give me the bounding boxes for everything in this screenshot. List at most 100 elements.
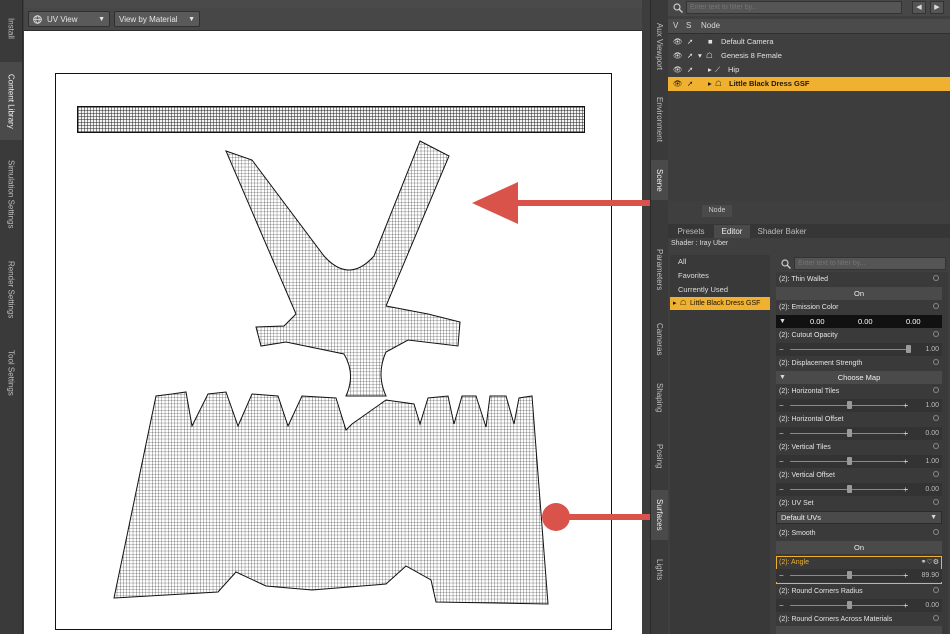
surfaces-search-input[interactable] (794, 257, 946, 270)
tab-install[interactable]: Install (0, 8, 22, 48)
eye-icon[interactable]: 👁 (673, 35, 683, 49)
gear-icon[interactable] (933, 529, 939, 535)
tree-item-dress[interactable]: ▸ ☖ Little Black Dress GSF (670, 297, 770, 310)
link-heart-gear-icons[interactable]: ⚭♡⚙ (921, 557, 939, 568)
minus-icon[interactable]: − (779, 343, 784, 356)
slider-knob[interactable] (847, 571, 852, 579)
tab-node[interactable]: Node (702, 205, 732, 217)
tab-tool-settings[interactable]: Tool Settings (0, 340, 22, 406)
tab-shader-baker[interactable]: Shader Baker (754, 225, 810, 238)
plus-icon[interactable]: + (903, 483, 908, 496)
plus-icon[interactable]: + (903, 399, 908, 412)
col-node-header[interactable]: Node (701, 21, 720, 30)
slider-value[interactable]: 1.00 (925, 455, 939, 468)
tab-scene[interactable]: Scene (651, 160, 668, 200)
expand-icon[interactable]: ▾ (698, 49, 702, 63)
slider-knob[interactable] (847, 401, 852, 409)
gear-icon[interactable] (933, 359, 939, 365)
gear-icon[interactable] (933, 443, 939, 449)
cursor-icon[interactable]: ➚ (687, 35, 693, 49)
eye-icon[interactable]: 👁 (673, 77, 683, 91)
minus-icon[interactable]: − (779, 427, 784, 440)
gear-icon[interactable] (933, 331, 939, 337)
scene-node-row[interactable]: 👁 ➚ ▸ ⟋ Hip (668, 63, 950, 77)
uv-set-dropdown[interactable]: Default UVs ▼ (776, 511, 942, 524)
slider-value[interactable]: 1.00 (925, 343, 939, 356)
cursor-icon[interactable]: ➚ (687, 63, 693, 77)
gear-icon[interactable] (933, 499, 939, 505)
prev-arrow-button[interactable]: ◀ (912, 1, 926, 14)
gear-icon[interactable] (933, 275, 939, 281)
gear-icon[interactable] (933, 615, 939, 621)
rc-across-toggle[interactable] (776, 626, 942, 634)
tab-environment[interactable]: Environment (651, 90, 668, 148)
col-select-header[interactable]: S (686, 21, 691, 30)
slider-knob[interactable] (906, 345, 911, 353)
uv-canvas[interactable] (24, 31, 642, 634)
tab-aux-viewport[interactable]: Aux Viewport (651, 18, 668, 74)
minus-icon[interactable]: − (779, 569, 784, 582)
plus-icon[interactable]: + (903, 569, 908, 582)
tab-simulation-settings[interactable]: Simulation Settings (0, 150, 22, 238)
angle-slider[interactable]: − +89.90 (776, 569, 942, 582)
tree-item-currently-used[interactable]: Currently Used (670, 283, 770, 296)
plus-icon[interactable]: + (903, 599, 908, 612)
scene-node-row[interactable]: 👁 ➚ ■ Default Camera (668, 35, 950, 49)
col-visible-header[interactable]: V (673, 21, 678, 30)
chevron-down-icon[interactable]: ▼ (779, 315, 786, 328)
expand-icon[interactable]: ▸ (708, 77, 712, 91)
emission-b[interactable]: 0.00 (906, 315, 921, 328)
tab-parameters[interactable]: Parameters (651, 242, 668, 298)
view-mode-dropdown[interactable]: UV View ▼ (28, 11, 110, 27)
cutout-slider[interactable]: − 1.00 (776, 343, 942, 356)
gear-icon[interactable] (933, 587, 939, 593)
tree-item-all[interactable]: All (670, 255, 770, 268)
thin-walled-toggle[interactable]: On (776, 287, 942, 300)
view-by-material-dropdown[interactable]: View by Material ▼ (114, 11, 200, 27)
slider-knob[interactable] (847, 485, 852, 493)
h-tiles-slider[interactable]: − +1.00 (776, 399, 942, 412)
v-tiles-slider[interactable]: − +1.00 (776, 455, 942, 468)
slider-value[interactable]: 0.00 (925, 599, 939, 612)
slider-knob[interactable] (847, 601, 852, 609)
scene-search-input[interactable] (686, 1, 902, 14)
tab-content-library[interactable]: Content Library (0, 62, 22, 140)
scene-node-row-selected[interactable]: 👁 ➚ ▸ ☖ Little Black Dress GSF (668, 77, 950, 91)
eye-icon[interactable]: 👁 (673, 49, 683, 63)
slider-value[interactable]: 1.00 (925, 399, 939, 412)
tab-lights[interactable]: Lights (651, 552, 668, 588)
tree-item-favorites[interactable]: Favorites (670, 269, 770, 282)
plus-icon[interactable]: + (903, 427, 908, 440)
cursor-icon[interactable]: ➚ (687, 77, 693, 91)
tab-posing[interactable]: Posing (651, 436, 668, 476)
minus-icon[interactable]: − (779, 599, 784, 612)
tab-cameras[interactable]: Cameras (651, 316, 668, 362)
expand-icon[interactable]: ▸ (708, 63, 712, 77)
rc-radius-slider[interactable]: − +0.00 (776, 599, 942, 612)
gear-icon[interactable] (933, 387, 939, 393)
h-offset-slider[interactable]: − +0.00 (776, 427, 942, 440)
tab-editor[interactable]: Editor (714, 225, 750, 238)
v-offset-slider[interactable]: − +0.00 (776, 483, 942, 496)
slider-value[interactable]: 89.90 (921, 569, 939, 582)
tab-surfaces[interactable]: Surfaces (651, 490, 668, 540)
scene-node-row[interactable]: 👁 ➚ ▾ ☖ Genesis 8 Female (668, 49, 950, 63)
slider-knob[interactable] (847, 429, 852, 437)
displacement-map-button[interactable]: ▼ Choose Map (776, 371, 942, 384)
minus-icon[interactable]: − (779, 399, 784, 412)
slider-value[interactable]: 0.00 (925, 427, 939, 440)
emission-r[interactable]: 0.00 (810, 315, 825, 328)
chevron-down-icon[interactable]: ▼ (779, 371, 786, 384)
tab-presets[interactable]: Presets (674, 225, 708, 238)
gear-icon[interactable] (933, 415, 939, 421)
gear-icon[interactable] (933, 471, 939, 477)
gear-icon[interactable] (933, 303, 939, 309)
tab-shaping[interactable]: Shaping (651, 376, 668, 420)
next-arrow-button[interactable]: ▶ (930, 1, 944, 14)
cursor-icon[interactable]: ➚ (687, 49, 693, 63)
minus-icon[interactable]: − (779, 455, 784, 468)
expand-icon[interactable]: ▸ (673, 297, 677, 310)
slider-knob[interactable] (847, 457, 852, 465)
smooth-toggle[interactable]: On (776, 541, 942, 554)
minus-icon[interactable]: − (779, 483, 784, 496)
